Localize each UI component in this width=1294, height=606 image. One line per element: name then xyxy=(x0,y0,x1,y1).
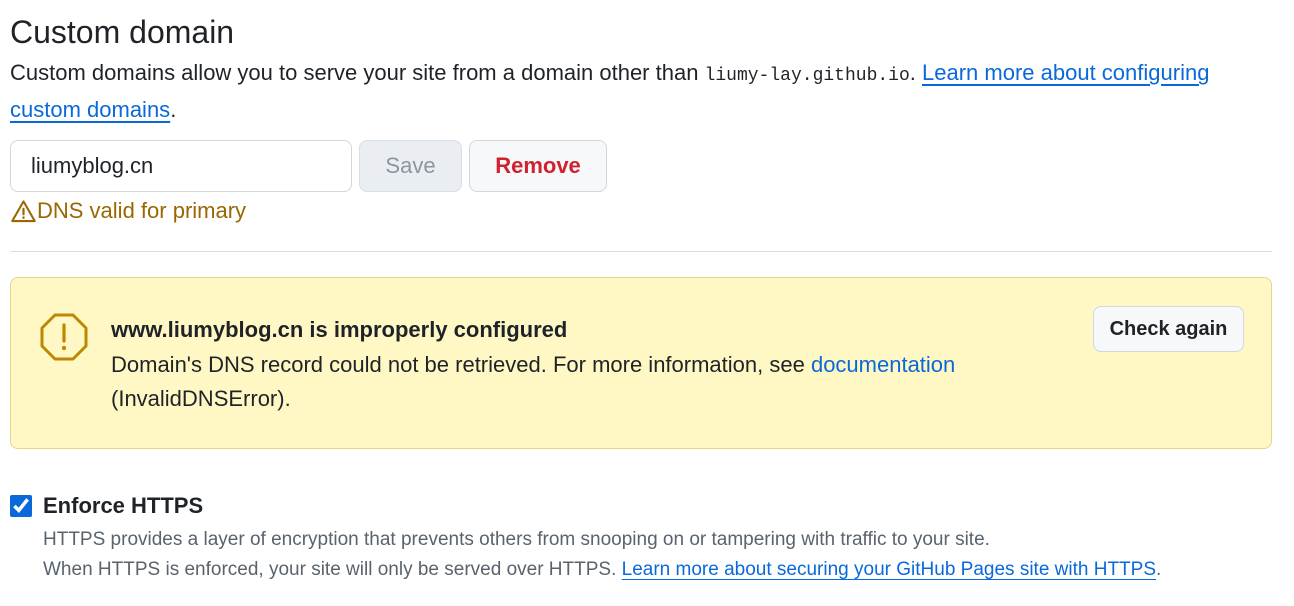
banner-message: Domain's DNS record could not be retriev… xyxy=(111,348,1031,416)
enforce-https-label[interactable]: Enforce HTTPS xyxy=(43,491,203,521)
https-note-line-1: HTTPS provides a layer of encryption tha… xyxy=(43,529,990,550)
banner-heading: www.liumyblog.cn is improperly configure… xyxy=(111,317,568,342)
description-suffix: . xyxy=(170,97,177,122)
dns-status: DNS valid for primary xyxy=(10,196,246,226)
dns-warning-banner: www.liumyblog.cn is improperly configure… xyxy=(10,277,1272,449)
enforce-https-checkbox[interactable] xyxy=(10,495,32,517)
https-note-prefix: When HTTPS is enforced, your site will o… xyxy=(43,559,622,580)
alert-octagon-icon xyxy=(39,312,89,362)
remove-button[interactable]: Remove xyxy=(469,140,607,192)
learn-more-https-link[interactable]: Learn more about securing your GitHub Pa… xyxy=(622,559,1156,580)
section-description: Custom domains allow you to serve your s… xyxy=(10,56,1272,127)
banner-message-suffix: (InvalidDNSError). xyxy=(111,386,291,411)
dns-status-text: DNS valid for primary xyxy=(37,198,247,223)
divider xyxy=(10,251,1272,252)
enforce-https-note: HTTPS provides a layer of encryption tha… xyxy=(43,525,1272,585)
banner-message-prefix: Domain's DNS record could not be retriev… xyxy=(111,352,811,377)
documentation-link[interactable]: documentation xyxy=(811,352,955,377)
save-button[interactable]: Save xyxy=(359,140,462,192)
custom-domain-input[interactable] xyxy=(10,140,352,192)
section-title: Custom domain xyxy=(10,14,235,50)
https-note-line-2: When HTTPS is enforced, your site will o… xyxy=(43,555,1272,585)
alert-triangle-icon xyxy=(10,198,37,225)
default-domain: liumy-lay.github.io xyxy=(704,66,910,86)
https-note-suffix: . xyxy=(1156,559,1162,580)
check-again-button[interactable]: Check again xyxy=(1093,306,1244,352)
description-separator: . xyxy=(909,60,923,85)
description-prefix: Custom domains allow you to serve your s… xyxy=(10,60,705,85)
